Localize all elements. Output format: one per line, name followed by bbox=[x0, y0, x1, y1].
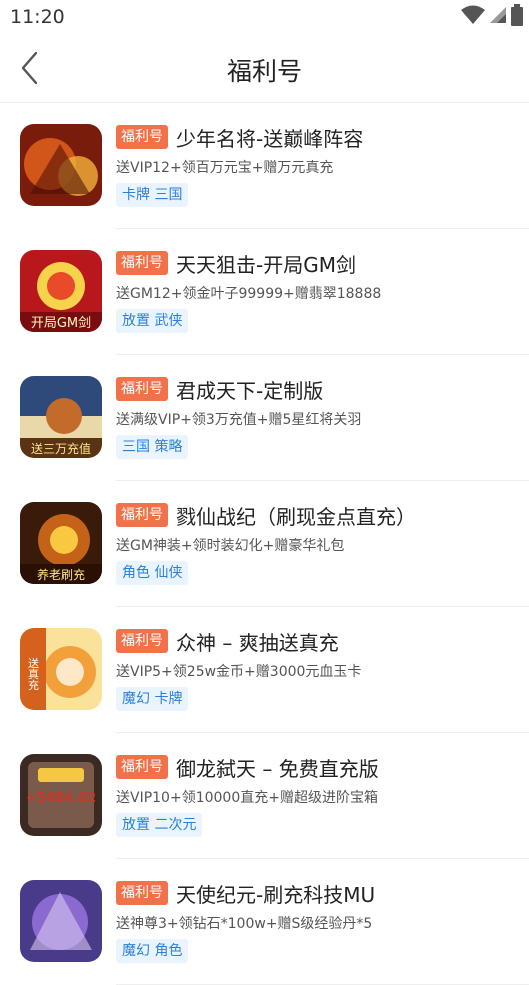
game-description: 送VIP5+领25w金币+赠3000元血玉卡 bbox=[116, 664, 362, 680]
game-list-item[interactable]: +5484.02 福利号 御龙弑天 – 免费直充版 送VIP10+领10000直… bbox=[0, 733, 529, 859]
game-tags: 放置 二次元 bbox=[116, 813, 203, 837]
welfare-badge: 福利号 bbox=[116, 755, 168, 779]
game-icon: 送真充 bbox=[20, 628, 102, 710]
game-icon: 开局GM剑 bbox=[20, 250, 102, 332]
game-icon-art bbox=[20, 124, 102, 206]
icon-label: +5484.02 bbox=[26, 791, 96, 806]
game-tags: 放置 武侠 bbox=[116, 309, 189, 333]
game-icon-art: 送三万充值 bbox=[20, 376, 102, 458]
game-description: 送VIP10+领10000直充+赠超级进阶宝箱 bbox=[116, 790, 378, 806]
game-tags: 角色 仙侠 bbox=[116, 561, 189, 585]
game-name: 天使纪元-刷充科技MU bbox=[176, 882, 376, 907]
status-bar: 11:20 bbox=[0, 0, 529, 36]
game-title-row: 福利号 戮仙战纪（刷现金点直充） bbox=[116, 502, 416, 529]
game-icon-art: 送真充 bbox=[20, 628, 102, 710]
game-name: 少年名将-送巅峰阵容 bbox=[176, 126, 364, 151]
game-list-item[interactable]: 养老刷充 福利号 戮仙战纪（刷现金点直充） 送GM神装+领时装幻化+赠豪华礼包 … bbox=[0, 481, 529, 607]
game-icon: +5484.02 bbox=[20, 754, 102, 836]
status-icons bbox=[461, 4, 523, 30]
game-description: 送GM神装+领时装幻化+赠豪华礼包 bbox=[116, 538, 345, 554]
game-icon bbox=[20, 880, 102, 962]
game-icon-art bbox=[20, 880, 102, 962]
game-list-item[interactable]: 送真充 福利号 众神 – 爽抽送真充 送VIP5+领25w金币+赠3000元血玉… bbox=[0, 607, 529, 733]
game-tag: 魔幻 角色 bbox=[116, 939, 189, 963]
header: 福利号 bbox=[0, 36, 529, 103]
welfare-badge: 福利号 bbox=[116, 881, 168, 905]
game-list-item[interactable]: 福利号 天使纪元-刷充科技MU 送神尊3+领钻石*100w+赠S级经验丹*5 魔… bbox=[0, 859, 529, 985]
welfare-badge: 福利号 bbox=[116, 125, 168, 149]
page-title: 福利号 bbox=[226, 57, 302, 86]
game-title-row: 福利号 众神 – 爽抽送真充 bbox=[116, 628, 339, 655]
icon-label: 送真充 bbox=[27, 656, 40, 691]
welfare-badge: 福利号 bbox=[116, 251, 168, 275]
game-tag: 卡牌 三国 bbox=[116, 183, 189, 207]
game-tag: 放置 武侠 bbox=[116, 309, 189, 333]
game-description: 送满级VIP+领3万充值+赠5星红将关羽 bbox=[116, 412, 362, 428]
icon-label: 送三万充值 bbox=[31, 441, 91, 456]
game-tags: 魔幻 角色 bbox=[116, 939, 189, 963]
game-name: 戮仙战纪（刷现金点直充） bbox=[176, 504, 416, 529]
game-description: 送VIP12+领百万元宝+赠万元真充 bbox=[116, 160, 334, 176]
game-name: 众神 – 爽抽送真充 bbox=[176, 630, 339, 655]
game-title-row: 福利号 天使纪元-刷充科技MU bbox=[116, 880, 376, 907]
game-title-row: 福利号 少年名将-送巅峰阵容 bbox=[116, 124, 364, 151]
game-icon-art: +5484.02 bbox=[20, 754, 102, 836]
game-tags: 卡牌 三国 bbox=[116, 183, 189, 207]
welfare-badge: 福利号 bbox=[116, 629, 168, 653]
wifi-icon bbox=[461, 5, 485, 29]
game-title-row: 福利号 御龙弑天 – 免费直充版 bbox=[116, 754, 379, 781]
game-icon: 养老刷充 bbox=[20, 502, 102, 584]
welfare-badge: 福利号 bbox=[116, 503, 168, 527]
game-icon bbox=[20, 124, 102, 206]
game-title-row: 福利号 君成天下-定制版 bbox=[116, 376, 324, 403]
game-list-item[interactable]: 福利号 少年名将-送巅峰阵容 送VIP12+领百万元宝+赠万元真充 卡牌 三国 bbox=[0, 103, 529, 229]
game-icon-art: 开局GM剑 bbox=[20, 250, 102, 332]
welfare-badge: 福利号 bbox=[116, 377, 168, 401]
game-icon: 送三万充值 bbox=[20, 376, 102, 458]
game-tag: 三国 策略 bbox=[116, 435, 189, 459]
game-description: 送GM12+领金叶子99999+赠翡翠18888 bbox=[116, 286, 382, 302]
game-list: 福利号 少年名将-送巅峰阵容 送VIP12+领百万元宝+赠万元真充 卡牌 三国 … bbox=[0, 103, 529, 985]
battery-icon bbox=[511, 4, 523, 30]
game-list-item[interactable]: 送三万充值 福利号 君成天下-定制版 送满级VIP+领3万充值+赠5星红将关羽 … bbox=[0, 355, 529, 481]
game-name: 君成天下-定制版 bbox=[176, 378, 324, 403]
game-title-row: 福利号 天天狙击-开局GM剑 bbox=[116, 250, 356, 277]
cellular-signal-icon bbox=[489, 6, 507, 28]
game-icon-art: 养老刷充 bbox=[20, 502, 102, 584]
game-tag: 角色 仙侠 bbox=[116, 561, 189, 585]
icon-label: 开局GM剑 bbox=[31, 315, 91, 331]
game-list-item[interactable]: 开局GM剑 福利号 天天狙击-开局GM剑 送GM12+领金叶子99999+赠翡翠… bbox=[0, 229, 529, 355]
game-tag: 放置 二次元 bbox=[116, 813, 203, 837]
game-tags: 魔幻 卡牌 bbox=[116, 687, 189, 711]
game-name: 御龙弑天 – 免费直充版 bbox=[176, 756, 379, 781]
game-description: 送神尊3+领钻石*100w+赠S级经验丹*5 bbox=[116, 916, 373, 932]
game-tag: 魔幻 卡牌 bbox=[116, 687, 189, 711]
icon-label: 养老刷充 bbox=[37, 567, 85, 582]
game-tags: 三国 策略 bbox=[116, 435, 189, 459]
status-time: 11:20 bbox=[10, 6, 65, 28]
game-name: 天天狙击-开局GM剑 bbox=[176, 252, 356, 277]
